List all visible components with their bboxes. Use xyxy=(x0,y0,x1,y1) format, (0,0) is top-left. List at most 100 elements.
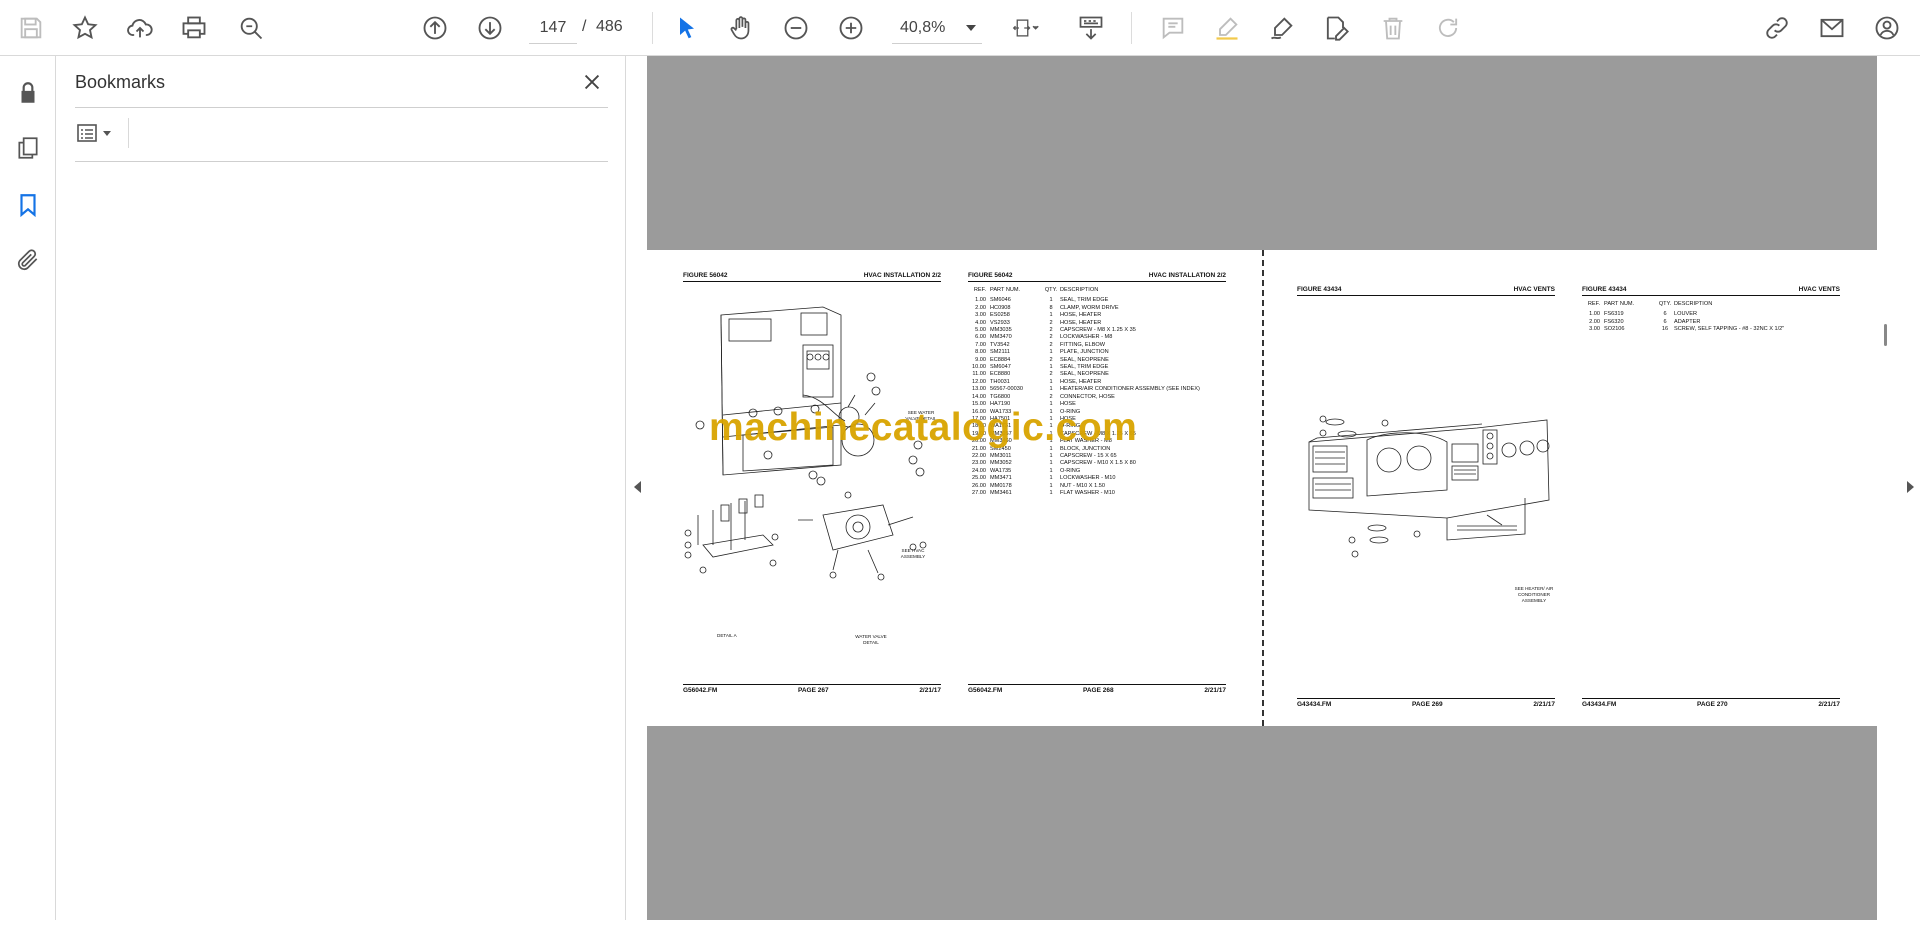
bookmark-icon[interactable] xyxy=(10,187,46,223)
table-cell: SM6046 xyxy=(990,297,1011,304)
callout-label: SEE WATER VALVE DETAIL xyxy=(905,410,937,421)
mail-icon[interactable] xyxy=(1814,10,1850,46)
footer-file: G43434.FM xyxy=(1582,701,1617,708)
footer-page: PAGE 267 xyxy=(798,687,829,694)
callout-label: DETAIL A xyxy=(717,633,737,638)
print-icon[interactable] xyxy=(176,10,212,46)
table-row: 17.00 HA7501 1 HOSE xyxy=(968,416,1240,423)
table-cell: MM3057 xyxy=(990,430,1012,437)
table-row: 26.00 MM0178 1 NUT - M10 X 1.50 xyxy=(968,483,1240,490)
account-icon[interactable] xyxy=(1869,10,1905,46)
scroll-mode-icon[interactable] xyxy=(1073,10,1109,46)
table-cell: HA7190 xyxy=(990,401,1011,408)
table-cell: FS6319 xyxy=(1604,311,1624,318)
table-cell: 1 xyxy=(1049,475,1053,482)
table-cell: PLATE, JUNCTION xyxy=(1060,349,1109,356)
page-separator: / xyxy=(582,18,587,35)
table-cell: 1 xyxy=(1049,467,1053,474)
upload-icon[interactable] xyxy=(122,10,158,46)
table-cell: 19.00 xyxy=(972,430,986,437)
star-icon[interactable] xyxy=(67,10,103,46)
trash-icon[interactable] xyxy=(1375,10,1411,46)
page-header: FIGURE 56042 HVAC INSTALLATION 2/2 xyxy=(683,272,941,282)
table-row: 3.00 ES0258 1 HOSE, HEATER xyxy=(968,312,1240,319)
table-cell: 1 xyxy=(1049,445,1053,452)
list-options-icon xyxy=(77,124,97,142)
page-footer: G56042.FM PAGE 268 2/21/17 xyxy=(968,684,1226,694)
table-cell: 7.00 xyxy=(975,341,986,348)
pdf-page-270: FIGURE 43434 HVAC VENTS REF. PART NUM. Q… xyxy=(1582,250,1872,726)
callout-label: SEE HEATER/ AIR CONDITIONER ASSEMBLY xyxy=(1514,586,1554,603)
expand-right-panel-icon[interactable] xyxy=(1907,481,1914,493)
table-cell: 1 xyxy=(1049,415,1053,422)
pages-icon[interactable] xyxy=(10,130,46,166)
table-cell: 1 xyxy=(1049,386,1053,393)
page-number-input[interactable] xyxy=(529,12,577,44)
sign-icon[interactable] xyxy=(1264,10,1300,46)
table-row: 11.00 EC8880 2 SEAL, NEOPRENE xyxy=(968,371,1240,378)
column-header: QTY. xyxy=(1044,287,1058,293)
minus-circle-icon[interactable] xyxy=(778,10,814,46)
table-cell: MM0178 xyxy=(990,482,1012,489)
table-cell: O-RING xyxy=(1060,408,1081,415)
save-icon[interactable] xyxy=(13,10,49,46)
hand-icon[interactable] xyxy=(723,10,759,46)
page-footer: G56042.FM PAGE 267 2/21/17 xyxy=(683,684,941,694)
table-cell: 2 xyxy=(1049,341,1053,348)
fit-page-icon[interactable] xyxy=(1003,10,1049,46)
redo-icon[interactable] xyxy=(1430,10,1466,46)
table-row: 7.00 TV3542 2 FITTING, ELBOW xyxy=(968,342,1240,349)
table-cell: 1.00 xyxy=(975,297,986,304)
page-footer: G43434.FM PAGE 269 2/21/17 xyxy=(1297,698,1555,708)
arrow-up-circle-icon[interactable] xyxy=(417,10,453,46)
total-pages: 486 xyxy=(596,18,623,35)
zoom-level-dropdown[interactable]: 40,8% xyxy=(892,12,982,44)
divider xyxy=(75,161,608,162)
link-icon[interactable] xyxy=(1759,10,1795,46)
table-row: 25.00 MM3471 1 LOCKWASHER - M10 xyxy=(968,475,1240,482)
plus-circle-icon[interactable] xyxy=(833,10,869,46)
parts-list-header: REF. PART NUM. QTY. DESCRIPTION xyxy=(968,287,1240,294)
table-cell: CAPSCREW - 15 X 65 xyxy=(1060,452,1117,459)
table-cell: O-RING xyxy=(1060,467,1081,474)
footer-file: G56042.FM xyxy=(683,687,718,694)
table-row: 19.00 MM3057 1 CAPSCREW - M8 X 1.25 X 65 xyxy=(968,431,1240,438)
table-cell: VS2933 xyxy=(990,319,1010,326)
table-row: 10.00 SM6047 1 SEAL, TRIM EDGE xyxy=(968,364,1240,371)
table-cell: HA7501 xyxy=(990,415,1011,422)
highlight-icon[interactable] xyxy=(1209,10,1245,46)
table-cell: 15.00 xyxy=(972,401,986,408)
page-spread: FIGURE 56042 HVAC INSTALLATION 2/2 SEE W… xyxy=(647,250,1877,726)
table-row: 23.00 MM3052 1 CAPSCREW - M10 X 1.5 X 80 xyxy=(968,460,1240,467)
vertical-scrollbar-thumb[interactable] xyxy=(1884,324,1887,346)
close-icon[interactable] xyxy=(578,68,606,96)
lock-icon[interactable] xyxy=(10,75,46,111)
table-cell: 1 xyxy=(1049,297,1053,304)
attachment-icon[interactable] xyxy=(10,242,46,278)
table-cell: 56567-00030 xyxy=(990,386,1023,393)
edit-icon[interactable] xyxy=(1318,10,1354,46)
table-cell: 1 xyxy=(1049,349,1053,356)
arrow-down-circle-icon[interactable] xyxy=(472,10,508,46)
table-cell: TG6800 xyxy=(990,393,1011,400)
pdf-page-269: FIGURE 43434 HVAC VENTS SEE HEATER/ AIR … xyxy=(1297,250,1587,726)
table-row: 27.00 MM3461 1 FLAT WASHER - M10 xyxy=(968,490,1240,497)
table-cell: FLAT WASHER - M8 xyxy=(1060,438,1112,445)
footer-page: PAGE 269 xyxy=(1412,701,1443,708)
table-cell: CLAMP, WORM DRIVE xyxy=(1060,304,1119,311)
cursor-icon[interactable] xyxy=(669,10,705,46)
figure-number: FIGURE 43434 xyxy=(1297,286,1342,293)
zoom-search-icon[interactable] xyxy=(233,10,269,46)
table-cell: EC8880 xyxy=(990,371,1011,378)
table-cell: FITTING, ELBOW xyxy=(1060,341,1106,348)
table-cell: 1.00 xyxy=(1589,311,1600,318)
comment-icon[interactable] xyxy=(1155,10,1191,46)
table-cell: 6 xyxy=(1663,318,1667,325)
bookmark-options-button[interactable] xyxy=(75,118,119,148)
table-row: 24.00 WA1735 1 O-RING xyxy=(968,468,1240,475)
table-cell: 10.00 xyxy=(972,364,986,371)
left-nav-rail xyxy=(0,56,56,920)
table-cell: 8 xyxy=(1049,304,1053,311)
table-cell: HOSE, HEATER xyxy=(1060,312,1102,319)
collapse-left-panel-icon[interactable] xyxy=(634,481,641,493)
